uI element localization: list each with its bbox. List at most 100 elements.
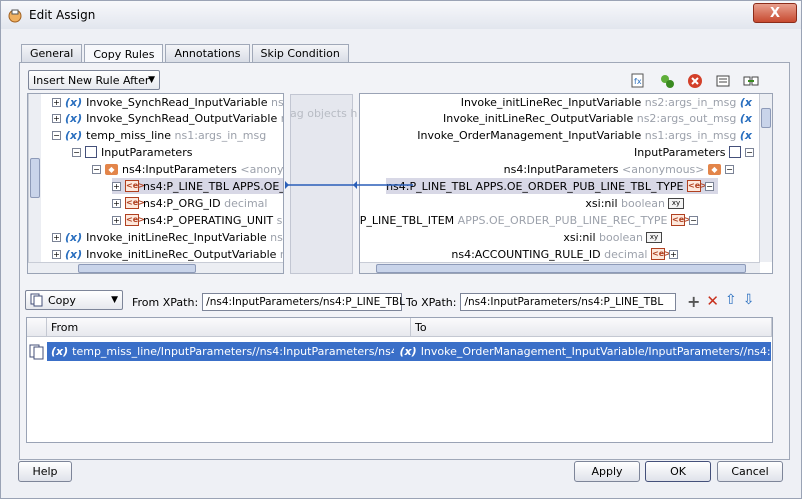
variable-icon: (x): [65, 247, 83, 261]
source-horizontal-scrollbar[interactable]: [28, 262, 283, 273]
part-icon: [85, 146, 97, 158]
rule-copy-icon: [29, 344, 45, 363]
expand-icon[interactable]: +: [52, 113, 61, 123]
element-icon: <e>: [125, 197, 145, 209]
tab-annotations[interactable]: Annotations: [165, 44, 250, 62]
tree-node[interactable]: ns4:P_LINE_TBL_ITEM APPS.OE_ORDER_PUB_LI…: [360, 212, 702, 228]
collapse-icon[interactable]: −: [72, 147, 81, 157]
auto-map-icon[interactable]: [658, 72, 676, 90]
mapping-link-line[interactable]: [283, 177, 417, 193]
source-tree[interactable]: +(x)Invoke_SynchRead_InputVariable ns3: …: [27, 93, 284, 274]
chevron-down-icon: ▼: [148, 75, 155, 85]
variable-icon: (x: [739, 128, 752, 142]
collapse-icon[interactable]: −: [725, 164, 734, 174]
insert-rule-label: Insert New Rule After: [33, 73, 150, 87]
move-down-icon[interactable]: ⇩: [743, 292, 755, 311]
tree-node[interactable]: Invoke_initLineRec_InputVariable ns2:arg…: [461, 94, 756, 110]
attribute-icon: xy: [646, 231, 662, 243]
variable-icon: (x): [65, 111, 83, 125]
close-button[interactable]: X: [753, 3, 797, 23]
delete-mapping-icon[interactable]: [686, 72, 704, 90]
tree-node[interactable]: Invoke_initLineRec_OutputVariable ns2:ar…: [443, 110, 756, 126]
tree-node[interactable]: +(x)Invoke_SynchRead_OutputVariable ns3:: [52, 110, 283, 126]
expand-icon[interactable]: +: [52, 249, 61, 259]
tab-general[interactable]: General: [21, 44, 83, 62]
rule-actions: + ✕ ⇧ ⇩: [687, 292, 754, 311]
collapse-icon[interactable]: −: [705, 181, 714, 191]
tab-bar: General Copy Rules Annotations Skip Cond…: [21, 44, 351, 63]
add-rule-icon[interactable]: +: [687, 292, 700, 311]
expand-icon[interactable]: +: [52, 232, 61, 242]
to-xpath-input[interactable]: /ns4:InputParameters/ns4:P_LINE_TBL: [460, 293, 677, 311]
element-icon: <e>: [125, 214, 145, 226]
expression-builder-icon[interactable]: fx: [630, 72, 648, 90]
column-header-from[interactable]: From: [47, 318, 411, 337]
collapse-icon[interactable]: −: [92, 164, 101, 174]
tree-node[interactable]: + <e> ns4:P_ORG_ID decimal: [112, 195, 267, 211]
tree-node-selected[interactable]: ns4:P_LINE_TBL APPS.OE_ORDER_PUB_LINE_TB…: [386, 178, 718, 194]
tree-node[interactable]: + <e> ns4:P_OPERATING_UNIT s: [112, 212, 282, 228]
tree-node-selected[interactable]: + <e> ns4:P_LINE_TBL APPS.OE_: [112, 178, 283, 194]
mapping-toolbar: fx: [630, 72, 760, 90]
part-icon: [729, 146, 741, 158]
expand-icon[interactable]: +: [669, 249, 678, 259]
tree-node[interactable]: − (x) temp_miss_line ns1:args_in_msg: [52, 127, 266, 143]
to-xpath-group: To XPath: /ns4:InputParameters/ns4:P_LIN…: [406, 291, 677, 313]
table-header: From To: [27, 318, 772, 337]
rule-from-cell: temp_miss_line/InputParameters//ns4:Inpu…: [72, 345, 393, 358]
ok-button[interactable]: OK: [645, 461, 711, 482]
move-up-icon[interactable]: ⇧: [725, 292, 737, 311]
element-diamond-icon: ◆: [105, 163, 118, 175]
tree-node[interactable]: xsi:nil boolean xy: [563, 229, 662, 245]
tree-node[interactable]: +(x)Invoke_initLineRec_InputVariable ns2…: [52, 229, 283, 245]
copy-type-dropdown[interactable]: Copy ▼: [25, 290, 123, 310]
tree-node[interactable]: −◆ns4:InputParameters <anonym: [92, 161, 283, 177]
column-header-to[interactable]: To: [411, 318, 772, 337]
link-icon[interactable]: [742, 72, 760, 90]
tab-skip-condition[interactable]: Skip Condition: [251, 44, 349, 62]
target-horizontal-scrollbar[interactable]: [360, 262, 760, 273]
collapse-icon[interactable]: −: [52, 130, 61, 140]
target-tree[interactable]: Invoke_initLineRec_InputVariable ns2:arg…: [359, 93, 773, 274]
tree-node[interactable]: InputParameters −: [634, 144, 758, 160]
collapse-icon[interactable]: −: [689, 215, 698, 225]
variable-icon: (x): [65, 128, 83, 142]
tab-copy-rules[interactable]: Copy Rules: [84, 44, 164, 63]
tree-node[interactable]: ns4:InputParameters <anonymous> ◆ −: [504, 161, 738, 177]
insert-rule-dropdown[interactable]: Insert New Rule After ▼: [28, 70, 160, 90]
to-xpath-label: To XPath:: [406, 295, 457, 309]
copy-rules-table[interactable]: From To (x) temp_miss_line/InputParamete…: [26, 317, 773, 443]
from-xpath-label: From XPath:: [132, 295, 199, 309]
from-xpath-input[interactable]: /ns4:InputParameters/ns4:P_LINE_TBL: [202, 293, 405, 311]
delete-rule-icon[interactable]: ✕: [706, 292, 719, 311]
element-icon: <e>: [671, 214, 691, 226]
expand-icon[interactable]: +: [112, 181, 121, 191]
assign-icon: [8, 9, 22, 23]
chevron-down-icon: ▼: [111, 295, 118, 305]
target-vertical-scrollbar[interactable]: [759, 94, 772, 262]
expand-icon[interactable]: +: [112, 215, 121, 225]
tree-node[interactable]: − InputParameters: [72, 144, 192, 160]
help-button[interactable]: Help: [18, 461, 72, 482]
variable-icon: (x): [65, 95, 83, 109]
expand-icon[interactable]: +: [52, 97, 61, 107]
drag-hint: ag objects h: [290, 107, 358, 120]
edit-assign-dialog: Edit Assign X General Copy Rules Annotat…: [0, 0, 802, 499]
tree-node[interactable]: Invoke_OrderManagement_InputVariable ns1…: [417, 127, 756, 143]
tree-node[interactable]: +(x)Invoke_initLineRec_OutputVariable ns…: [52, 246, 283, 262]
apply-button[interactable]: Apply: [574, 461, 640, 482]
variable-icon: (x): [399, 345, 417, 358]
variable-icon: (x: [739, 95, 752, 109]
from-xpath-group: From XPath: /ns4:InputParameters/ns4:P_L…: [132, 291, 405, 313]
collapse-icon[interactable]: −: [745, 147, 754, 157]
tree-node[interactable]: xsi:nil boolean xy: [585, 195, 684, 211]
source-vertical-scrollbar[interactable]: [28, 94, 41, 262]
title-bar: Edit Assign X: [1, 1, 801, 29]
cancel-button[interactable]: Cancel: [717, 461, 783, 482]
tree-node[interactable]: +(x)Invoke_SynchRead_InputVariable ns3:: [52, 94, 283, 110]
properties-icon[interactable]: [714, 72, 732, 90]
table-row[interactable]: (x) temp_miss_line/InputParameters//ns4:…: [47, 342, 771, 361]
element-diamond-icon: ◆: [708, 163, 721, 175]
tree-node[interactable]: ns4:ACCOUNTING_RULE_ID decimal <e> +: [451, 246, 682, 262]
expand-icon[interactable]: +: [112, 198, 121, 208]
